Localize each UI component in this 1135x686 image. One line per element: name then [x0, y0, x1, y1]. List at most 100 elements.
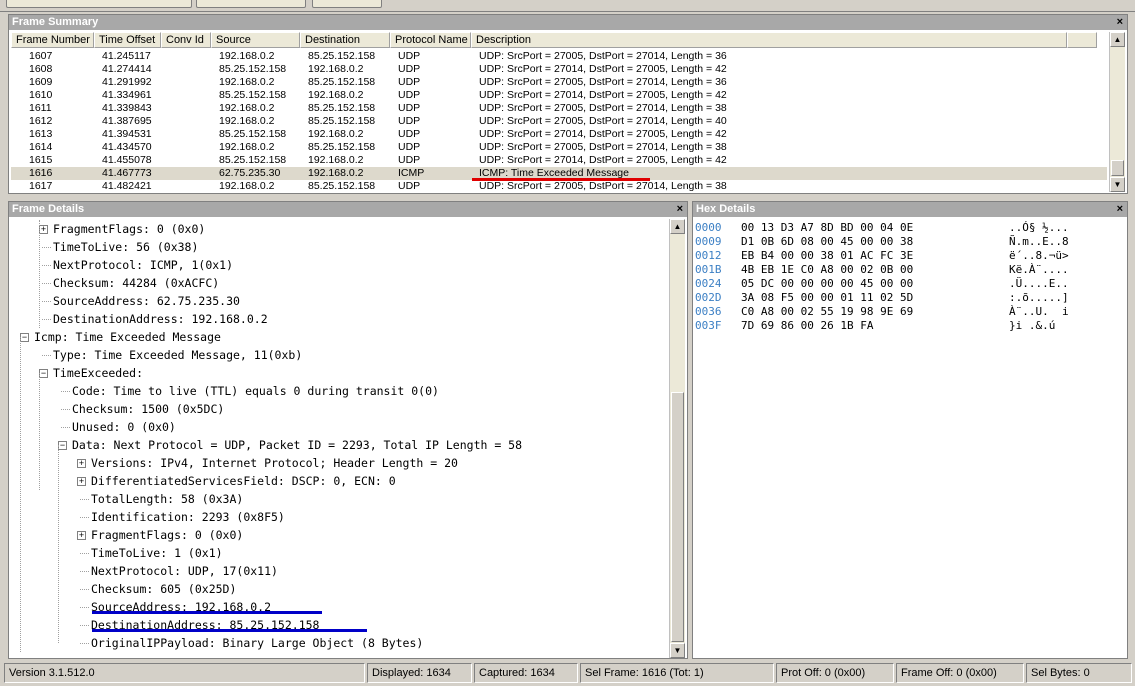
- red-annotation-underline: [472, 178, 650, 181]
- scroll-up-icon[interactable]: ▲: [1110, 32, 1125, 47]
- scroll-down-icon[interactable]: ▼: [1110, 177, 1125, 192]
- scroll-thumb[interactable]: [1111, 160, 1124, 176]
- tree-node[interactable]: FragmentFlags: 0 (0x0): [91, 526, 243, 544]
- table-row[interactable]: 1607 41.245117 192.168.0.2 85.25.152.158 UDP…: [11, 50, 1107, 63]
- hex-bytes[interactable]: D1 0B 6D 08 00 45 00 00 38: [741, 235, 1009, 249]
- table-row[interactable]: 1613 41.394531 85.25.152.158 192.168.0.2 UDP…: [11, 128, 1107, 141]
- hex-bytes[interactable]: 7D 69 86 00 26 1B FA: [741, 319, 1009, 333]
- blue-annotation-underline: [92, 629, 367, 632]
- hex-ascii[interactable]: :.õ.....]: [1009, 291, 1069, 304]
- expand-icon[interactable]: +: [77, 531, 86, 540]
- toolbar-tab[interactable]: [6, 0, 192, 8]
- table-row[interactable]: 1617 41.482421 192.168.0.2 85.25.152.158 UDP…: [11, 180, 1107, 193]
- tree-node[interactable]: OriginalIPPayload: Binary Large Object (…: [91, 634, 423, 652]
- tree-connector: [80, 517, 89, 518]
- details-scrollbar[interactable]: ▲ ▼: [669, 219, 685, 658]
- tree-node[interactable]: DestinationAddress: 192.168.0.2: [53, 310, 268, 328]
- hex-ascii[interactable]: ë´..8.¬ü>: [1009, 249, 1069, 262]
- summary-rows: 1607 41.245117 192.168.0.2 85.25.152.158 UDP…: [11, 50, 1107, 193]
- expand-icon[interactable]: +: [77, 477, 86, 486]
- tree-node[interactable]: NextProtocol: ICMP, 1(0x1): [53, 256, 233, 274]
- hex-ascii[interactable]: ..Ó§ ½...: [1009, 221, 1069, 234]
- hex-ascii[interactable]: Kë.À¨....: [1009, 263, 1069, 276]
- tree-node[interactable]: TimeToLive: 1 (0x1): [91, 544, 223, 562]
- tree-node[interactable]: TimeExceeded:: [53, 364, 143, 382]
- expand-icon[interactable]: +: [39, 225, 48, 234]
- tree-node[interactable]: NextProtocol: UDP, 17(0x11): [91, 562, 278, 580]
- hex-bytes[interactable]: 00 13 D3 A7 8D BD 00 04 0E: [741, 221, 1009, 235]
- summary-column-headers: Frame Number Time Offset Conv Id Source …: [11, 32, 1097, 48]
- tree-node[interactable]: FragmentFlags: 0 (0x0): [53, 220, 205, 238]
- column-header-source[interactable]: Source: [211, 32, 300, 48]
- hex-row[interactable]: 0012 EB B4 00 00 38 01 AC FC 3E ë´..8.¬ü>: [695, 249, 1069, 263]
- tree-node[interactable]: TimeToLive: 56 (0x38): [53, 238, 198, 256]
- column-header-description[interactable]: Description: [471, 32, 1067, 48]
- tree-connector: [42, 283, 51, 284]
- hex-row[interactable]: 0036 C0 A8 00 02 55 19 98 9E 69 À¨..U. i: [695, 305, 1069, 319]
- column-header-time-offset[interactable]: Time Offset: [94, 32, 161, 48]
- hex-offset: 003F: [695, 319, 722, 332]
- time-offset-cell: 41.245117: [102, 50, 151, 62]
- close-icon[interactable]: ×: [1117, 15, 1123, 30]
- panel-title-text: Hex Details: [696, 203, 756, 215]
- toolbar-tab[interactable]: [196, 0, 306, 8]
- source-cell: 192.168.0.2: [219, 141, 275, 153]
- column-header-conv-id[interactable]: Conv Id: [161, 32, 211, 48]
- source-cell: 85.25.152.158: [219, 89, 287, 101]
- table-row[interactable]: 1614 41.434570 192.168.0.2 85.25.152.158 UDP…: [11, 141, 1107, 154]
- close-icon[interactable]: ×: [1117, 202, 1123, 217]
- tree-guide-line: [39, 220, 40, 328]
- hex-row[interactable]: 001B 4B EB 1E C0 A8 00 02 0B 00 Kë.À¨....: [695, 263, 1069, 277]
- scroll-thumb[interactable]: [671, 392, 684, 642]
- hex-row[interactable]: 003F 7D 69 86 00 26 1B FA}i .&.ú: [695, 319, 1055, 333]
- tree-node[interactable]: Checksum: 1500 (0x5DC): [72, 400, 224, 418]
- toolbar-tab[interactable]: [312, 0, 382, 8]
- tree-node[interactable]: SourceAddress: 62.75.235.30: [53, 292, 240, 310]
- table-row[interactable]: 1615 41.455078 85.25.152.158 192.168.0.2 UDP…: [11, 154, 1107, 167]
- hex-bytes[interactable]: 05 DC 00 00 00 00 45 00 00: [741, 277, 1009, 291]
- collapse-icon[interactable]: −: [20, 333, 29, 342]
- summary-scrollbar[interactable]: ▲ ▼: [1109, 32, 1125, 192]
- hex-bytes[interactable]: C0 A8 00 02 55 19 98 9E 69: [741, 305, 1009, 319]
- column-header-destination[interactable]: Destination: [300, 32, 390, 48]
- scroll-up-icon[interactable]: ▲: [670, 219, 685, 234]
- tree-node[interactable]: Data: Next Protocol = UDP, Packet ID = 2…: [72, 436, 522, 454]
- collapse-icon[interactable]: −: [39, 369, 48, 378]
- table-row[interactable]: 1610 41.334961 85.25.152.158 192.168.0.2 UDP…: [11, 89, 1107, 102]
- tree-node[interactable]: Checksum: 44284 (0xACFC): [53, 274, 219, 292]
- table-row[interactable]: 1609 41.291992 192.168.0.2 85.25.152.158 UDP…: [11, 76, 1107, 89]
- table-row[interactable]: 1608 41.274414 85.25.152.158 192.168.0.2 UDP…: [11, 63, 1107, 76]
- column-header-protocol-name[interactable]: Protocol Name: [390, 32, 471, 48]
- hex-row[interactable]: 002D 3A 08 F5 00 00 01 11 02 5D:.õ.....]: [695, 291, 1069, 305]
- hex-bytes[interactable]: 3A 08 F5 00 00 01 11 02 5D: [741, 291, 1009, 305]
- hex-row[interactable]: 0024 05 DC 00 00 00 00 45 00 00 .Ü....E..: [695, 277, 1069, 291]
- tree-node[interactable]: Checksum: 605 (0x25D): [91, 580, 236, 598]
- tree-node[interactable]: Unused: 0 (0x0): [72, 418, 176, 436]
- hex-bytes[interactable]: EB B4 00 00 38 01 AC FC 3E: [741, 249, 1009, 263]
- tree-node[interactable]: Identification: 2293 (0x8F5): [91, 508, 285, 526]
- expand-icon[interactable]: +: [77, 459, 86, 468]
- tree-node[interactable]: Icmp: Time Exceeded Message: [34, 328, 221, 346]
- conv-id-cell: [165, 115, 215, 128]
- hex-bytes[interactable]: 4B EB 1E C0 A8 00 02 0B 00: [741, 263, 1009, 277]
- close-icon[interactable]: ×: [677, 202, 683, 217]
- table-row[interactable]: 1611 41.339843 192.168.0.2 85.25.152.158 UDP…: [11, 102, 1107, 115]
- hex-ascii[interactable]: Ñ.m..E..8: [1009, 235, 1069, 248]
- tree-node[interactable]: DifferentiatedServicesField: DSCP: 0, EC…: [91, 472, 396, 490]
- hex-row[interactable]: 0000 00 13 D3 A7 8D BD 00 04 0E ..Ó§ ½...: [695, 221, 1069, 235]
- hex-ascii[interactable]: }i .&.ú: [1009, 319, 1055, 332]
- column-header-frame-number[interactable]: Frame Number: [11, 32, 94, 48]
- collapse-icon[interactable]: −: [58, 441, 67, 450]
- hex-ascii[interactable]: À¨..U. i: [1009, 305, 1069, 318]
- hex-ascii[interactable]: .Ü....E..: [1009, 277, 1069, 290]
- time-offset-cell: 41.482421: [102, 180, 152, 192]
- tree-node[interactable]: TotalLength: 58 (0x3A): [91, 490, 243, 508]
- tree-node[interactable]: Code: Time to live (TTL) equals 0 during…: [72, 382, 439, 400]
- hex-row[interactable]: 0009 D1 0B 6D 08 00 45 00 00 38 Ñ.m..E..8: [695, 235, 1069, 249]
- table-row[interactable]: 1612 41.387695 192.168.0.2 85.25.152.158 UDP…: [11, 115, 1107, 128]
- tree-node[interactable]: Versions: IPv4, Internet Protocol; Heade…: [91, 454, 458, 472]
- tree-node[interactable]: Type: Time Exceeded Message, 11(0xb): [53, 346, 302, 364]
- protocol-cell: UDP: [398, 141, 421, 153]
- scroll-down-icon[interactable]: ▼: [670, 643, 685, 658]
- conv-id-cell: [165, 141, 215, 154]
